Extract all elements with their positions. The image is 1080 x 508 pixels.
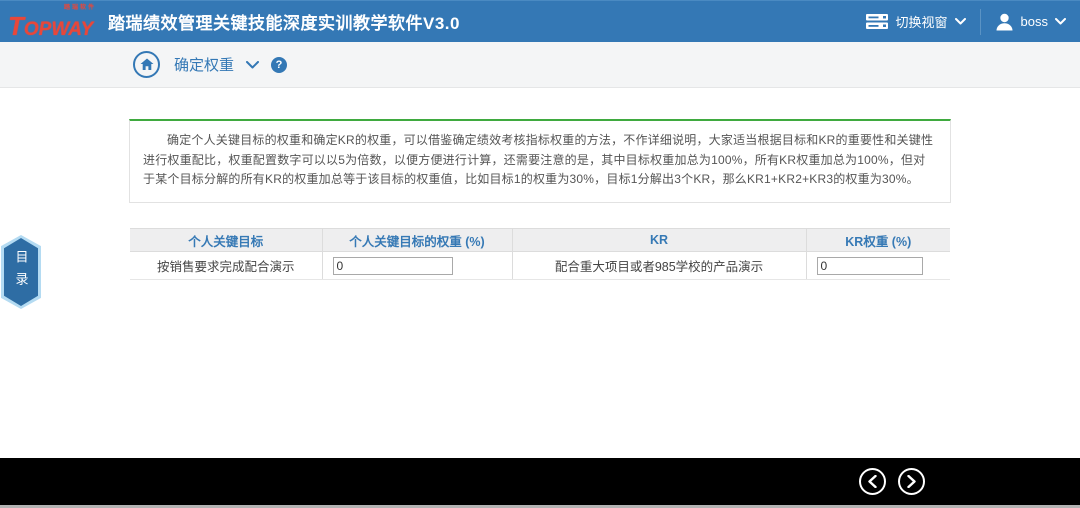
chevron-down-icon (246, 60, 260, 68)
home-icon (140, 58, 153, 70)
switch-window-label: 切换视窗 (895, 15, 948, 30)
footer-bar (0, 458, 1080, 505)
user-icon (996, 13, 1013, 30)
user-menu[interactable]: boss (981, 1, 1080, 42)
username-label: boss (1020, 14, 1048, 29)
app-window: 踏瑞软件 TOPWAY 踏瑞绩效管理关键技能深度实训教学软件V3.0 切换视窗 (0, 0, 1080, 508)
breadcrumb-dropdown-toggle[interactable] (246, 60, 260, 69)
objective-weight-input[interactable] (332, 256, 453, 275)
app-header: 踏瑞软件 TOPWAY 踏瑞绩效管理关键技能深度实训教学软件V3.0 切换视窗 (0, 0, 1080, 42)
app-logo[interactable]: 踏瑞软件 TOPWAY (8, 4, 98, 39)
kr-weight-input[interactable] (816, 256, 923, 275)
logo-subtitle: 踏瑞软件 (63, 5, 96, 11)
next-step-button[interactable] (898, 468, 925, 495)
window-switch-icon (865, 14, 888, 29)
app-title: 踏瑞绩效管理关键技能深度实训教学软件V3.0 (108, 14, 460, 33)
breadcrumb: 确定权重 ? (0, 42, 1080, 88)
toc-tab-body: 目录 (4, 238, 38, 306)
chevron-down-icon (954, 18, 966, 25)
previous-step-button[interactable] (859, 468, 886, 495)
col-header-objective: 个人关键目标 (130, 228, 322, 252)
chevron-left-icon (868, 475, 877, 488)
kr-cell: 配合重大项目或者985学校的产品演示 (511, 251, 806, 280)
col-header-kr-weight: KR权重 (%) (805, 228, 950, 252)
instruction-text: 确定个人关键目标的权重和确定KR的权重，可以借鉴确定绩效考核指标权重的方法，不作… (143, 133, 934, 186)
col-header-objective-weight: 个人关键目标的权重 (%) (321, 228, 512, 252)
objective-weight-cell (321, 251, 512, 280)
kr-weight-cell (805, 251, 950, 280)
current-page-label[interactable]: 确定权重 (174, 54, 234, 75)
table-header-row: 个人关键目标 个人关键目标的权重 (%) KR KR权重 (%) (130, 228, 950, 252)
toc-tab-label: 目录 (13, 250, 29, 294)
header-actions: 切换视窗 boss (851, 1, 1080, 42)
instruction-panel: 确定个人关键目标的权重和确定KR的权重，可以借鉴确定绩效考核指标权重的方法，不作… (129, 119, 951, 203)
home-button[interactable] (133, 51, 160, 78)
weight-table: 个人关键目标 个人关键目标的权重 (%) KR KR权重 (%) 按销售要求完成… (130, 228, 950, 280)
switch-window-menu[interactable]: 切换视窗 (851, 1, 980, 42)
table-row: 按销售要求完成配合演示 配合重大项目或者985学校的产品演示 (130, 251, 950, 280)
col-header-kr: KR (511, 228, 806, 252)
toc-tab[interactable]: 目录 (1, 235, 41, 309)
help-icon[interactable]: ? (271, 56, 288, 73)
chevron-down-icon (1055, 18, 1066, 25)
objective-cell: 按销售要求完成配合演示 (130, 251, 322, 280)
chevron-right-icon (907, 475, 916, 488)
